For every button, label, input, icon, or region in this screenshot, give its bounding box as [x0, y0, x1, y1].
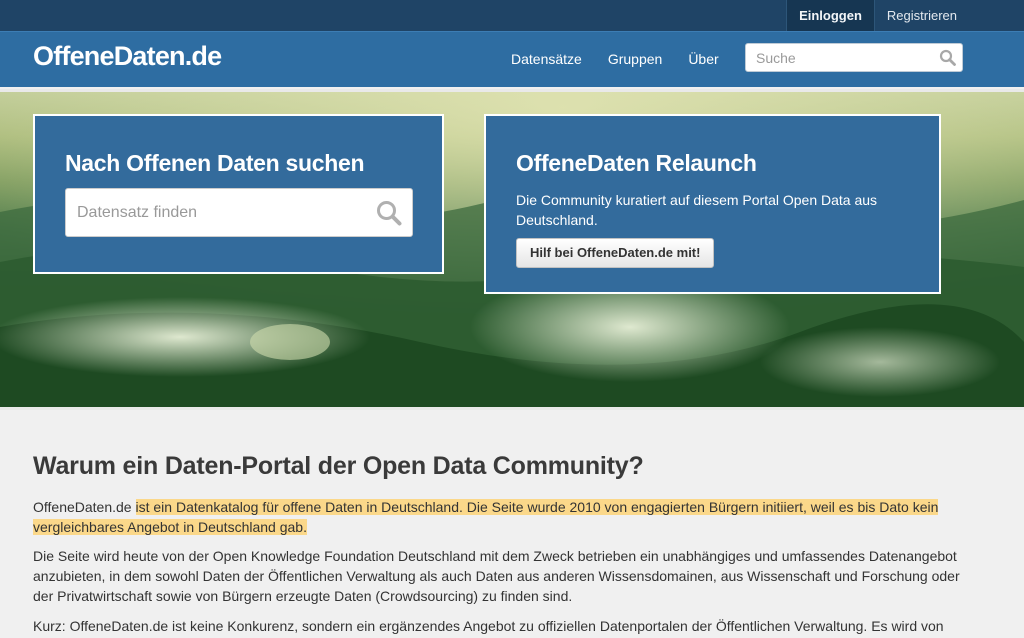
- site-logo[interactable]: OffeneDaten.de: [33, 41, 222, 72]
- summary-paragraph: Kurz: OffeneDaten.de ist keine Konkurenz…: [33, 618, 944, 634]
- dataset-search-input[interactable]: [66, 189, 367, 236]
- header-search-input[interactable]: [746, 44, 936, 71]
- search-panel: Nach Offenen Daten suchen: [33, 114, 444, 274]
- nav-datasets[interactable]: Datensätze: [511, 51, 582, 67]
- dataset-search: [65, 188, 413, 237]
- search-panel-title: Nach Offenen Daten suchen: [65, 150, 365, 176]
- nav-about[interactable]: Über: [688, 51, 718, 67]
- contribute-button[interactable]: Hilf bei OffeneDaten.de mit!: [516, 238, 715, 268]
- main-nav: Datensätze Gruppen Über: [511, 51, 745, 67]
- main-header: OffeneDaten.de Datensätze Gruppen Über: [0, 31, 1024, 87]
- hero-banner: Nach Offenen Daten suchen OffeneDaten Re…: [0, 89, 1024, 410]
- main-content: Warum ein Daten-Portal der Open Data Com…: [33, 452, 973, 634]
- search-icon[interactable]: [376, 200, 402, 231]
- account-links: Einloggen Registrieren: [786, 0, 1024, 31]
- account-bar: Einloggen Registrieren: [0, 0, 1024, 31]
- intro-paragraph: OffeneDaten.de ist ein Datenkatalog für …: [33, 497, 973, 537]
- login-link[interactable]: Einloggen: [786, 0, 874, 31]
- relaunch-panel: OffeneDaten Relaunch Die Community kurat…: [484, 114, 941, 294]
- search-icon[interactable]: [939, 49, 956, 71]
- page-heading: Warum ein Daten-Portal der Open Data Com…: [33, 452, 644, 480]
- intro-highlight: ist ein Datenkatalog für offene Daten in…: [33, 499, 939, 535]
- intro-lead: OffeneDaten.de: [33, 499, 132, 515]
- relaunch-text: Die Community kuratiert auf diesem Porta…: [516, 192, 878, 228]
- operator-paragraph: Die Seite wird heute von der Open Knowle…: [33, 548, 960, 604]
- nav-groups[interactable]: Gruppen: [608, 51, 662, 67]
- relaunch-panel-title: OffeneDaten Relaunch: [516, 150, 757, 176]
- register-link[interactable]: Registrieren: [873, 0, 1024, 31]
- header-search: [745, 43, 963, 72]
